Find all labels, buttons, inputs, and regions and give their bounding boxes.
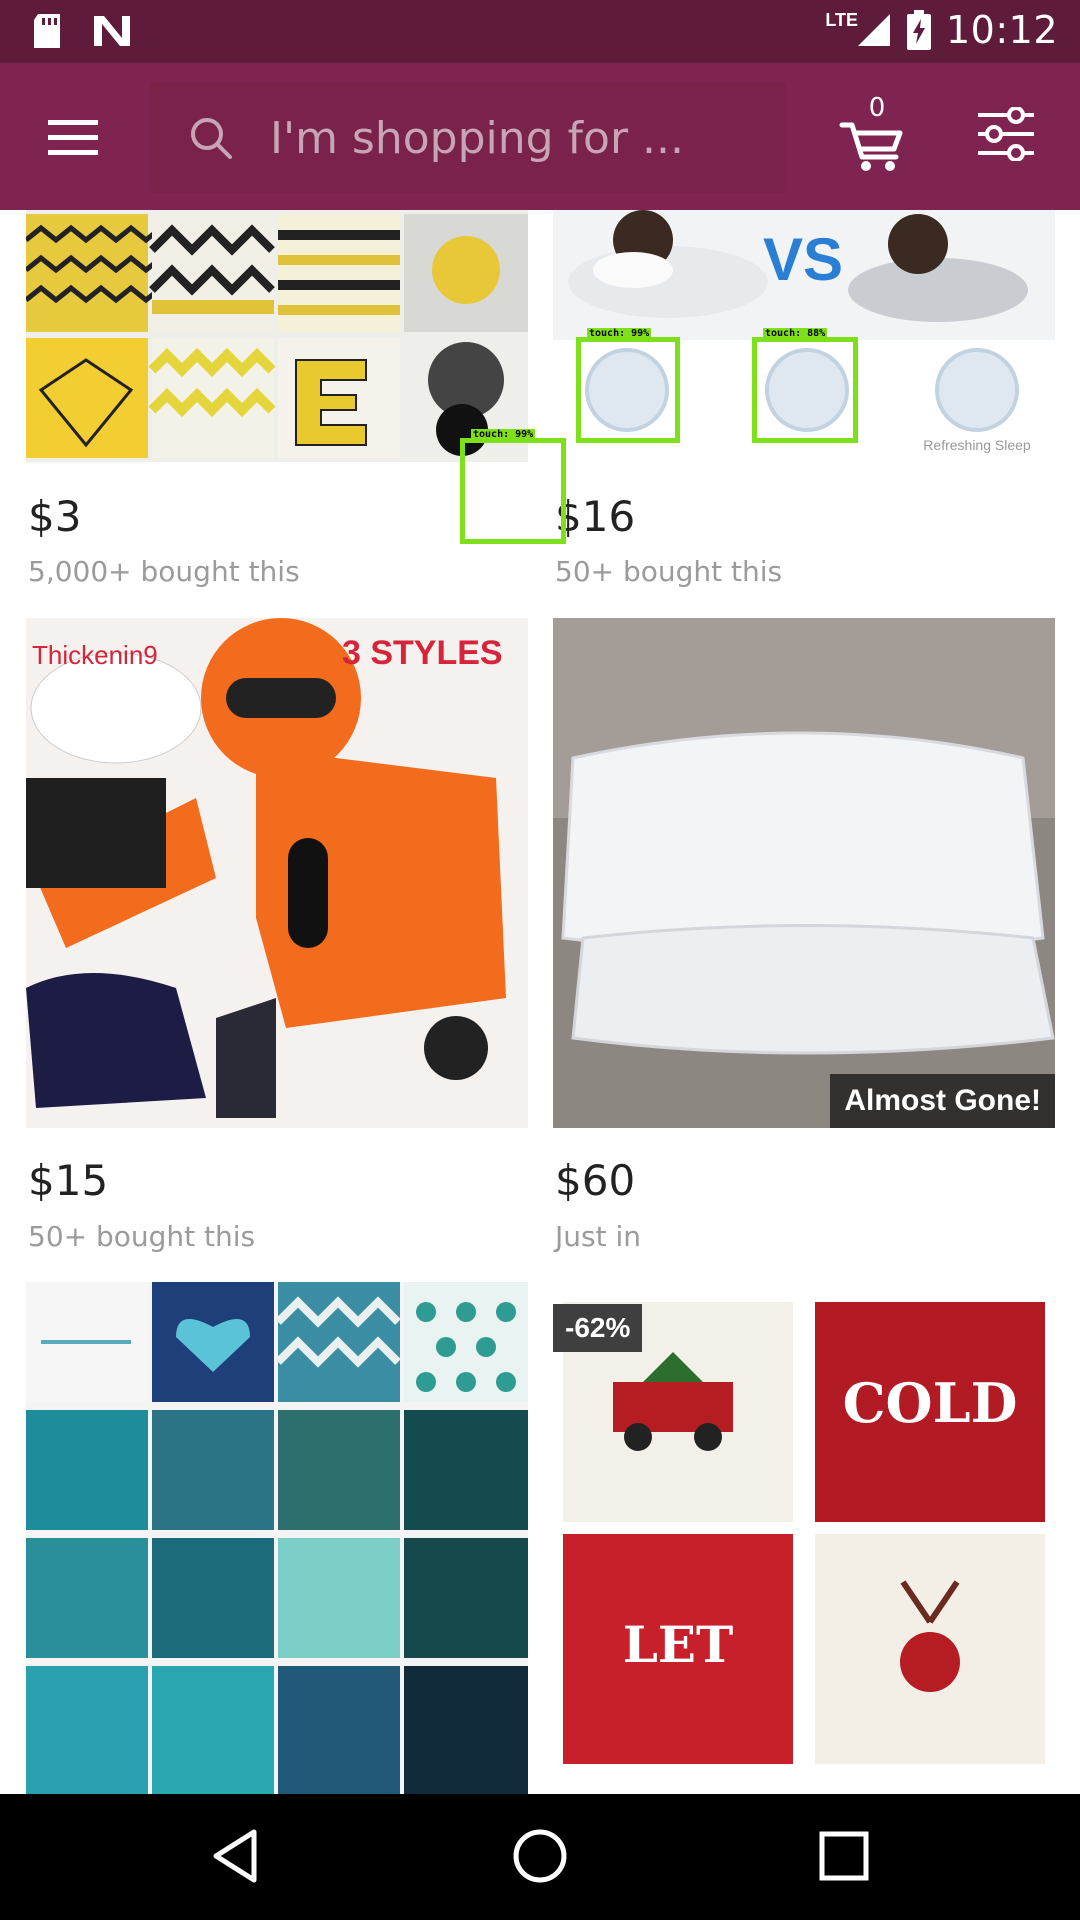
product-price: $15 <box>28 1156 109 1205</box>
svg-text:VS: VS <box>763 226 843 293</box>
filter-button[interactable] <box>976 106 1036 169</box>
image-caption-right: 3 STYLES <box>342 634 503 672</box>
product-image: Almost Gone! <box>553 618 1055 1128</box>
product-card[interactable]: $3 5,000+ bought this <box>26 210 528 605</box>
search-icon <box>191 118 232 159</box>
touch-overlay: touch: 99% <box>460 429 566 544</box>
product-card[interactable] <box>26 1282 528 1794</box>
product-subtitle: 50+ bought this <box>28 1220 256 1253</box>
touch-overlay: touch: 99% <box>576 328 680 443</box>
discount-badge: -62% <box>553 1304 643 1352</box>
sd-card-icon <box>34 14 60 48</box>
product-image: Thickenin9 3 STYLES <box>26 618 528 1128</box>
signal-icon <box>857 14 890 46</box>
n-notification-icon <box>94 16 130 46</box>
product-image: COLD LET -62% <box>553 1282 1055 1794</box>
svg-text:COLD: COLD <box>843 1371 1018 1435</box>
battery-charging-icon <box>906 10 931 50</box>
touch-overlay-label: touch: 88% <box>763 328 828 339</box>
filter-sliders-icon <box>978 106 1034 162</box>
app-bar: 0 <box>0 63 1080 210</box>
image-caption-left: Thickenin9 <box>32 640 158 670</box>
almost-gone-badge: Almost Gone! <box>830 1074 1055 1128</box>
product-subtitle: 50+ bought this <box>555 555 783 588</box>
touch-overlay-label: touch: 99% <box>471 429 536 440</box>
search-input[interactable] <box>270 107 750 169</box>
product-price: $60 <box>555 1156 636 1205</box>
product-subtitle: Just in <box>555 1220 641 1253</box>
product-price: $16 <box>555 492 636 541</box>
recents-icon[interactable] <box>814 1826 874 1886</box>
svg-text:Refreshing Sleep: Refreshing Sleep <box>923 437 1031 453</box>
cart-button[interactable]: 0 <box>838 93 908 173</box>
home-icon[interactable] <box>510 1826 570 1886</box>
search-bar[interactable] <box>150 83 786 193</box>
product-card[interactable]: COLD LET -62% <box>553 1282 1055 1794</box>
touch-overlay: touch: 88% <box>752 328 858 443</box>
product-price: $3 <box>28 492 82 541</box>
product-image <box>26 1282 528 1794</box>
cart-count: 0 <box>868 93 886 123</box>
hamburger-menu-icon <box>48 120 98 155</box>
product-card[interactable]: Almost Gone! $60 Just in <box>553 618 1055 1278</box>
product-image <box>26 210 528 462</box>
product-card[interactable]: Thickenin9 3 STYLES $15 50+ bought this <box>26 618 528 1278</box>
touch-overlay-label: touch: 99% <box>587 328 652 339</box>
status-bar: LTE 10:12 <box>0 0 1080 63</box>
navigation-bar <box>0 1794 1080 1920</box>
product-subtitle: 5,000+ bought this <box>28 555 300 588</box>
clock: 10:12 <box>945 8 1058 52</box>
menu-button[interactable] <box>30 107 116 169</box>
network-type: LTE <box>825 9 858 30</box>
svg-text:LET: LET <box>623 1615 733 1674</box>
back-icon[interactable] <box>206 1826 266 1886</box>
